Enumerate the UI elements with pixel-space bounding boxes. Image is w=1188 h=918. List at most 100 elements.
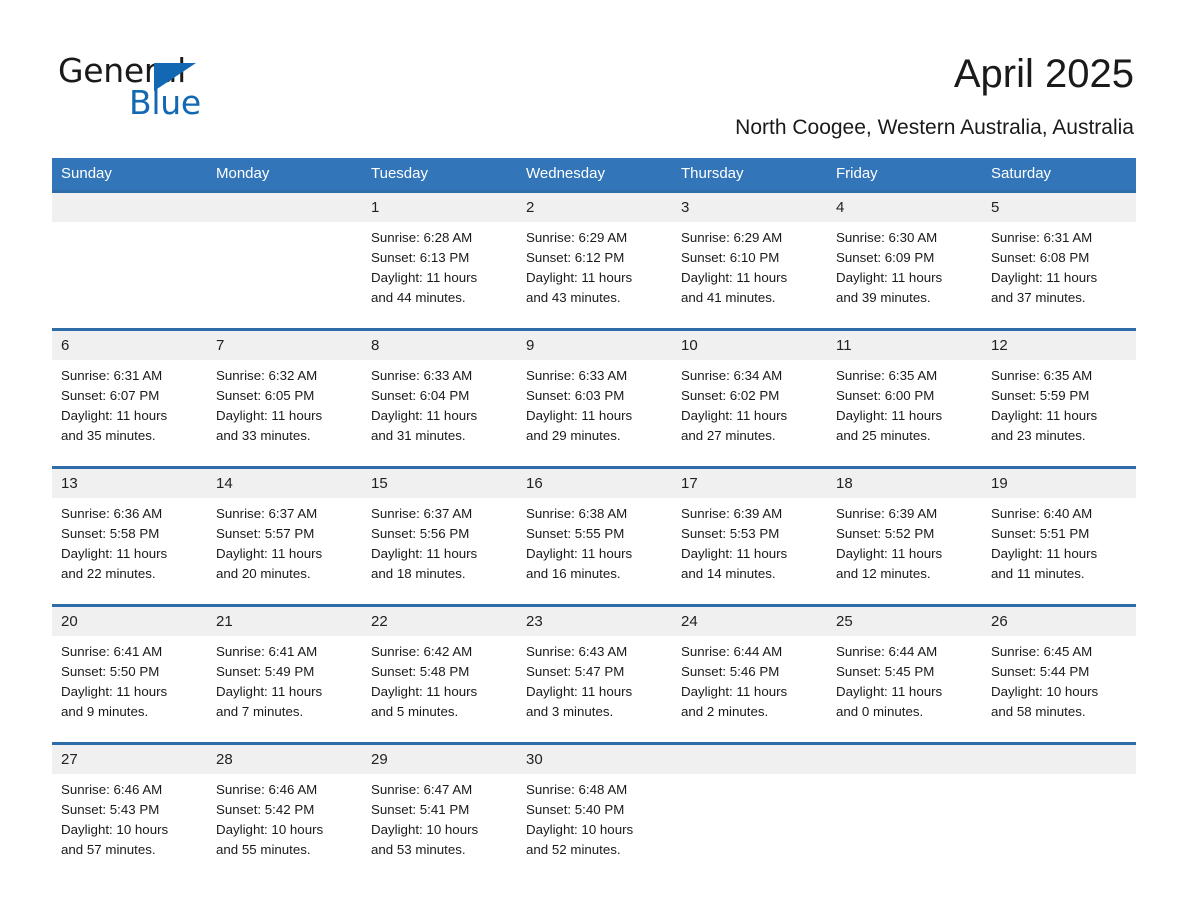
day-cell-1[interactable]: Sunrise: 6:28 AM Sunset: 6:13 PM Daylight:…: [362, 222, 517, 328]
day-cell-28[interactable]: Sunrise: 6:46 AM Sunset: 5:42 PM Daylight:…: [207, 774, 362, 880]
day-number-15[interactable]: 15: [362, 469, 517, 498]
day-cell-16[interactable]: Sunrise: 6:38 AM Sunset: 5:55 PM Daylight:…: [517, 498, 672, 604]
daylight-text: and 3 minutes.: [526, 704, 614, 719]
daylight-text: and 53 minutes.: [371, 842, 466, 857]
sunset-text: Sunset: 5:55 PM: [526, 526, 625, 541]
sunset-text: Sunset: 6:02 PM: [681, 388, 780, 403]
day-number-30[interactable]: 30: [517, 745, 672, 774]
day-number-4[interactable]: 4: [827, 193, 982, 222]
day-cell-empty: [672, 774, 827, 880]
sunset-text: Sunset: 6:05 PM: [216, 388, 315, 403]
day-detail-row: Sunrise: 6:31 AM Sunset: 6:07 PM Daylight:…: [52, 360, 1136, 466]
sunset-text: Sunset: 5:49 PM: [216, 664, 315, 679]
sunset-text: Sunset: 5:53 PM: [681, 526, 780, 541]
day-cell-22[interactable]: Sunrise: 6:42 AM Sunset: 5:48 PM Daylight:…: [362, 636, 517, 742]
day-cell-15[interactable]: Sunrise: 6:37 AM Sunset: 5:56 PM Daylight:…: [362, 498, 517, 604]
day-number-23[interactable]: 23: [517, 607, 672, 636]
day-cell-30[interactable]: Sunrise: 6:48 AM Sunset: 5:40 PM Daylight:…: [517, 774, 672, 880]
sunset-text: Sunset: 5:56 PM: [371, 526, 470, 541]
day-cell-21[interactable]: Sunrise: 6:41 AM Sunset: 5:49 PM Daylight:…: [207, 636, 362, 742]
day-number-25[interactable]: 25: [827, 607, 982, 636]
day-number-19[interactable]: 19: [982, 469, 1136, 498]
daylight-text: and 44 minutes.: [371, 290, 466, 305]
daylight-text: and 22 minutes.: [61, 566, 156, 581]
day-number-6[interactable]: 6: [52, 331, 207, 360]
day-cell-6[interactable]: Sunrise: 6:31 AM Sunset: 6:07 PM Daylight:…: [52, 360, 207, 466]
day-number-16[interactable]: 16: [517, 469, 672, 498]
day-number-17[interactable]: 17: [672, 469, 827, 498]
sunrise-text: Sunrise: 6:44 AM: [681, 644, 783, 659]
sunrise-text: Sunrise: 6:46 AM: [61, 782, 163, 797]
day-cell-18[interactable]: Sunrise: 6:39 AM Sunset: 5:52 PM Daylight:…: [827, 498, 982, 604]
sunrise-text: Sunrise: 6:48 AM: [526, 782, 628, 797]
calendar-page: General Blue April 2025 North Coogee, We…: [0, 0, 1188, 918]
day-number-12[interactable]: 12: [982, 331, 1136, 360]
day-cell-12[interactable]: Sunrise: 6:35 AM Sunset: 5:59 PM Daylight:…: [982, 360, 1136, 466]
weekday-header-tuesday: Tuesday: [362, 158, 517, 190]
day-number-20[interactable]: 20: [52, 607, 207, 636]
day-number-11[interactable]: 11: [827, 331, 982, 360]
day-cell-24[interactable]: Sunrise: 6:44 AM Sunset: 5:46 PM Daylight:…: [672, 636, 827, 742]
day-cell-3[interactable]: Sunrise: 6:29 AM Sunset: 6:10 PM Daylight:…: [672, 222, 827, 328]
day-number-27[interactable]: 27: [52, 745, 207, 774]
daylight-text: Daylight: 11 hours: [681, 546, 788, 561]
day-number-26[interactable]: 26: [982, 607, 1136, 636]
day-cell-9[interactable]: Sunrise: 6:33 AM Sunset: 6:03 PM Daylight:…: [517, 360, 672, 466]
day-cell-29[interactable]: Sunrise: 6:47 AM Sunset: 5:41 PM Daylight:…: [362, 774, 517, 880]
location-subtitle: North Coogee, Western Australia, Austral…: [735, 116, 1134, 139]
day-cell-7[interactable]: Sunrise: 6:32 AM Sunset: 6:05 PM Daylight:…: [207, 360, 362, 466]
day-number-14[interactable]: 14: [207, 469, 362, 498]
day-cell-17[interactable]: Sunrise: 6:39 AM Sunset: 5:53 PM Daylight:…: [672, 498, 827, 604]
day-number-2[interactable]: 2: [517, 193, 672, 222]
sunset-text: Sunset: 6:12 PM: [526, 250, 625, 265]
day-number-1[interactable]: 1: [362, 193, 517, 222]
sunset-text: Sunset: 6:10 PM: [681, 250, 780, 265]
day-cell-19[interactable]: Sunrise: 6:40 AM Sunset: 5:51 PM Daylight:…: [982, 498, 1136, 604]
day-detail-row: Sunrise: 6:36 AM Sunset: 5:58 PM Daylight:…: [52, 498, 1136, 604]
day-cell-23[interactable]: Sunrise: 6:43 AM Sunset: 5:47 PM Daylight:…: [517, 636, 672, 742]
sunrise-text: Sunrise: 6:35 AM: [991, 368, 1093, 383]
day-cell-11[interactable]: Sunrise: 6:35 AM Sunset: 6:00 PM Daylight:…: [827, 360, 982, 466]
day-cell-4[interactable]: Sunrise: 6:30 AM Sunset: 6:09 PM Daylight:…: [827, 222, 982, 328]
day-cell-5[interactable]: Sunrise: 6:31 AM Sunset: 6:08 PM Daylight:…: [982, 222, 1136, 328]
day-number-24[interactable]: 24: [672, 607, 827, 636]
daylight-text: and 35 minutes.: [61, 428, 156, 443]
sunrise-text: Sunrise: 6:31 AM: [991, 230, 1093, 245]
sunrise-text: Sunrise: 6:37 AM: [216, 506, 318, 521]
sunset-text: Sunset: 6:03 PM: [526, 388, 625, 403]
day-number-7[interactable]: 7: [207, 331, 362, 360]
daylight-text: and 16 minutes.: [526, 566, 621, 581]
day-number-9[interactable]: 9: [517, 331, 672, 360]
day-cell-13[interactable]: Sunrise: 6:36 AM Sunset: 5:58 PM Daylight:…: [52, 498, 207, 604]
day-number-row: 20 21 22 23 24 25 26: [52, 607, 1136, 636]
day-number-8[interactable]: 8: [362, 331, 517, 360]
sunset-text: Sunset: 6:08 PM: [991, 250, 1090, 265]
general-blue-logo[interactable]: General Blue: [58, 52, 378, 122]
day-number-3[interactable]: 3: [672, 193, 827, 222]
day-number-18[interactable]: 18: [827, 469, 982, 498]
day-cell-25[interactable]: Sunrise: 6:44 AM Sunset: 5:45 PM Daylight:…: [827, 636, 982, 742]
day-number-22[interactable]: 22: [362, 607, 517, 636]
daylight-text: and 33 minutes.: [216, 428, 311, 443]
day-number-28[interactable]: 28: [207, 745, 362, 774]
sunset-text: Sunset: 5:40 PM: [526, 802, 625, 817]
daylight-text: and 7 minutes.: [216, 704, 304, 719]
sunrise-text: Sunrise: 6:41 AM: [216, 644, 318, 659]
day-number-empty: [52, 193, 207, 222]
day-number-5[interactable]: 5: [982, 193, 1136, 222]
day-cell-14[interactable]: Sunrise: 6:37 AM Sunset: 5:57 PM Daylight:…: [207, 498, 362, 604]
day-detail-row: Sunrise: 6:28 AM Sunset: 6:13 PM Daylight:…: [52, 222, 1136, 328]
day-number-21[interactable]: 21: [207, 607, 362, 636]
day-cell-20[interactable]: Sunrise: 6:41 AM Sunset: 5:50 PM Daylight:…: [52, 636, 207, 742]
day-cell-8[interactable]: Sunrise: 6:33 AM Sunset: 6:04 PM Daylight:…: [362, 360, 517, 466]
day-number-29[interactable]: 29: [362, 745, 517, 774]
day-cell-2[interactable]: Sunrise: 6:29 AM Sunset: 6:12 PM Daylight:…: [517, 222, 672, 328]
day-cell-10[interactable]: Sunrise: 6:34 AM Sunset: 6:02 PM Daylight:…: [672, 360, 827, 466]
daylight-text: and 39 minutes.: [836, 290, 931, 305]
day-number-10[interactable]: 10: [672, 331, 827, 360]
day-number-13[interactable]: 13: [52, 469, 207, 498]
sunset-text: Sunset: 5:50 PM: [61, 664, 160, 679]
day-cell-27[interactable]: Sunrise: 6:46 AM Sunset: 5:43 PM Daylight:…: [52, 774, 207, 880]
day-cell-26[interactable]: Sunrise: 6:45 AM Sunset: 5:44 PM Daylight:…: [982, 636, 1136, 742]
sunset-text: Sunset: 5:51 PM: [991, 526, 1090, 541]
